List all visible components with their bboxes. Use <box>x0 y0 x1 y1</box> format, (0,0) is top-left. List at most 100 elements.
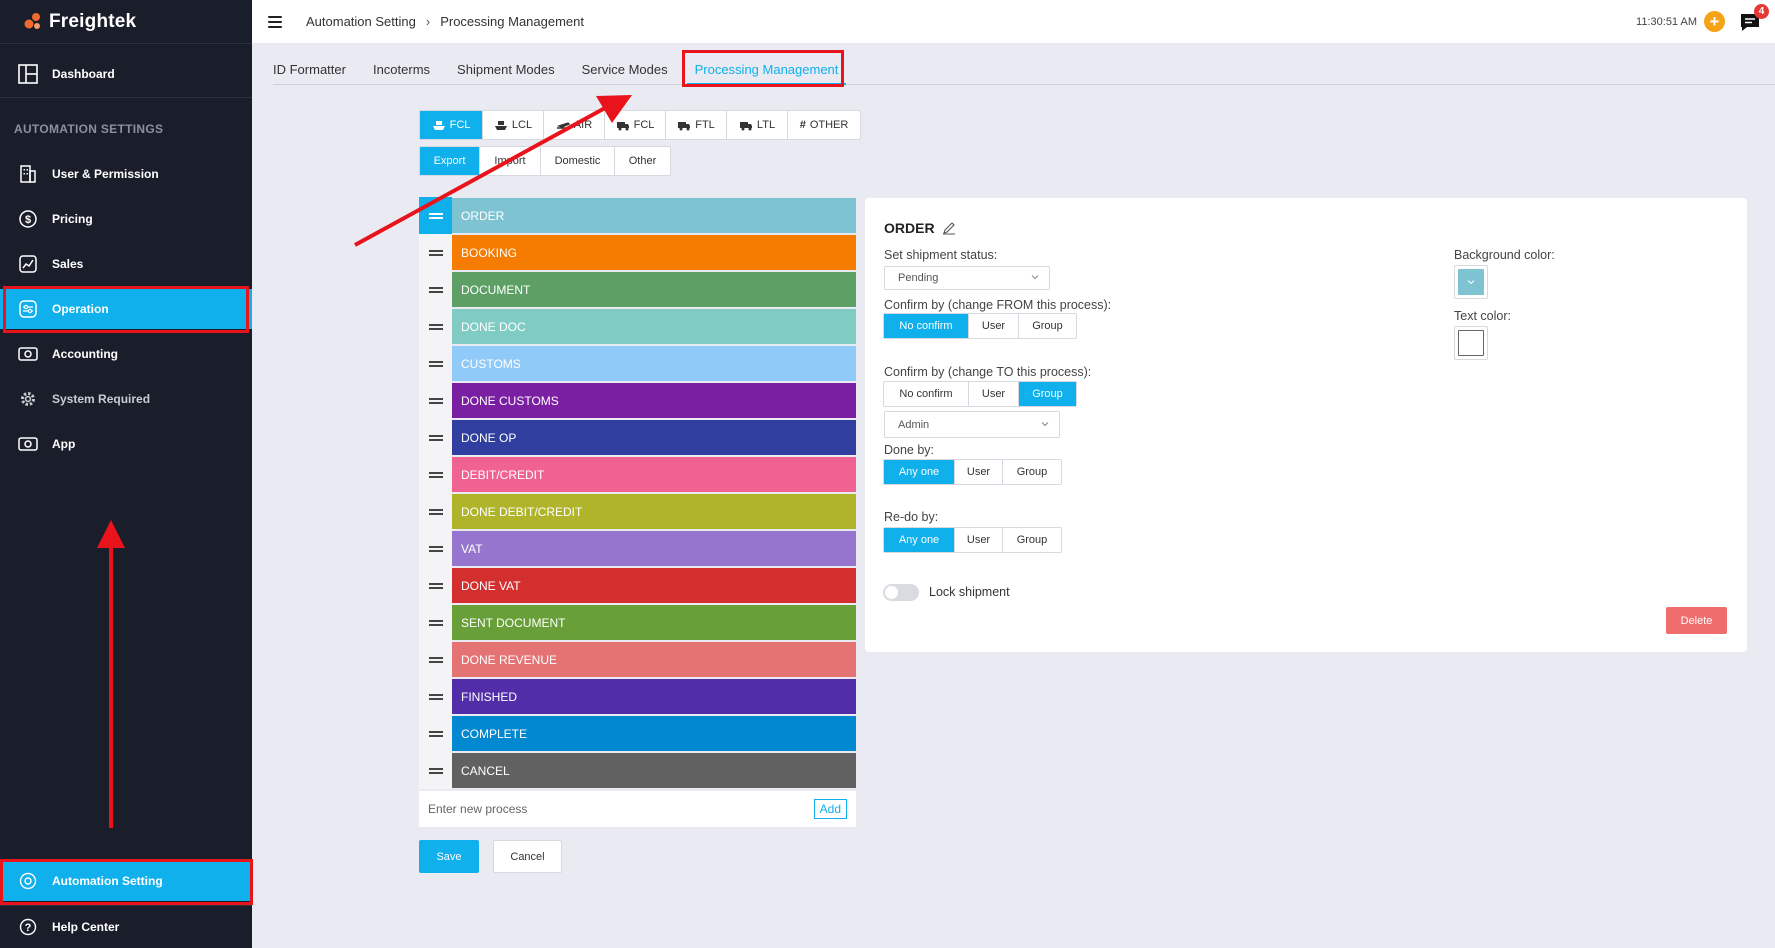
shipment-status-select[interactable]: Pending <box>884 266 1050 290</box>
hamburger-menu-icon[interactable] <box>268 15 282 28</box>
process-label[interactable]: BOOKING <box>452 235 856 270</box>
chat-icon[interactable]: 4 <box>1739 3 1769 33</box>
process-label[interactable]: FINISHED <box>452 679 856 714</box>
mode-lcl[interactable]: LCL <box>483 111 544 139</box>
confirm-to-no-confirm[interactable]: No confirm <box>884 382 969 406</box>
process-row[interactable]: DONE CUSTOMS <box>419 382 856 419</box>
cancel-button[interactable]: Cancel <box>493 840 562 873</box>
add-button[interactable]: + <box>1704 11 1725 32</box>
mode-fcl-truck[interactable]: FCL <box>605 111 666 139</box>
background-color-picker[interactable] <box>1454 265 1488 299</box>
process-label[interactable]: DONE OP <box>452 420 856 455</box>
drag-handle-icon[interactable] <box>419 271 452 308</box>
done-by-group[interactable]: Group <box>1003 460 1061 484</box>
drag-handle-icon[interactable] <box>419 419 452 456</box>
process-label[interactable]: DOCUMENT <box>452 272 856 307</box>
process-label[interactable]: CANCEL <box>452 753 856 788</box>
process-label[interactable]: DONE DEBIT/CREDIT <box>452 494 856 529</box>
sidebar-item-automation-setting[interactable]: Automation Setting <box>0 861 252 901</box>
mode-other[interactable]: # OTHER <box>788 111 860 139</box>
process-row[interactable]: DONE REVENUE <box>419 641 856 678</box>
process-row[interactable]: SENT DOCUMENT <box>419 604 856 641</box>
process-label[interactable]: COMPLETE <box>452 716 856 751</box>
redo-by-user[interactable]: User <box>955 528 1003 552</box>
process-row[interactable]: DONE OP <box>419 419 856 456</box>
save-button[interactable]: Save <box>419 840 479 873</box>
sidebar-item-user-permission[interactable]: User & Permission <box>0 154 252 194</box>
tab-id-formatter[interactable]: ID Formatter <box>273 54 346 85</box>
drag-handle-icon[interactable] <box>419 567 452 604</box>
process-row[interactable]: ORDER <box>419 197 856 234</box>
process-label[interactable]: ORDER <box>452 198 856 233</box>
confirm-from-no-confirm[interactable]: No confirm <box>884 314 969 338</box>
sidebar-item-dashboard[interactable]: Dashboard <box>0 54 252 94</box>
process-label[interactable]: CUSTOMS <box>452 346 856 381</box>
new-process-input[interactable] <box>428 802 814 816</box>
app-logo[interactable]: Freightek <box>0 0 252 44</box>
direction-domestic[interactable]: Domestic <box>541 147 615 175</box>
sidebar-item-system-required[interactable]: System Required <box>0 379 252 419</box>
drag-handle-icon[interactable] <box>419 752 452 789</box>
edit-icon[interactable] <box>942 221 956 235</box>
tab-incoterms[interactable]: Incoterms <box>373 54 430 85</box>
direction-other[interactable]: Other <box>615 147 670 175</box>
confirm-to-user[interactable]: User <box>969 382 1019 406</box>
process-row[interactable]: DEBIT/CREDIT <box>419 456 856 493</box>
lock-shipment-toggle[interactable] <box>883 584 919 601</box>
drag-handle-icon[interactable] <box>419 493 452 530</box>
drag-handle-icon[interactable] <box>419 641 452 678</box>
group-select[interactable]: Admin <box>884 411 1060 438</box>
process-label[interactable]: DONE CUSTOMS <box>452 383 856 418</box>
process-row[interactable]: VAT <box>419 530 856 567</box>
redo-by-group[interactable]: Group <box>1003 528 1061 552</box>
sidebar-item-app[interactable]: App <box>0 424 252 464</box>
process-row[interactable]: CUSTOMS <box>419 345 856 382</box>
process-row[interactable]: DOCUMENT <box>419 271 856 308</box>
confirm-from-group[interactable]: Group <box>1019 314 1076 338</box>
sidebar-item-pricing[interactable]: $ Pricing <box>0 199 252 239</box>
drag-handle-icon[interactable] <box>419 456 452 493</box>
delete-button[interactable]: Delete <box>1666 607 1727 634</box>
sidebar-item-sales[interactable]: Sales <box>0 244 252 284</box>
process-row[interactable]: BOOKING <box>419 234 856 271</box>
drag-handle-icon[interactable] <box>419 234 452 271</box>
tab-shipment-modes[interactable]: Shipment Modes <box>457 54 555 85</box>
process-row[interactable]: COMPLETE <box>419 715 856 752</box>
process-label[interactable]: DEBIT/CREDIT <box>452 457 856 492</box>
process-label[interactable]: DONE REVENUE <box>452 642 856 677</box>
breadcrumb-item[interactable]: Automation Setting <box>306 14 416 29</box>
tab-processing-management[interactable]: Processing Management <box>686 54 847 85</box>
drag-handle-icon[interactable] <box>419 382 452 419</box>
process-label[interactable]: SENT DOCUMENT <box>452 605 856 640</box>
tab-service-modes[interactable]: Service Modes <box>582 54 668 85</box>
sidebar-item-help-center[interactable]: ? Help Center <box>0 907 252 947</box>
text-color-picker[interactable] <box>1454 326 1488 360</box>
process-label[interactable]: DONE DOC <box>452 309 856 344</box>
process-row[interactable]: FINISHED <box>419 678 856 715</box>
confirm-to-group[interactable]: Group <box>1019 382 1076 406</box>
mode-ltl[interactable]: LTL <box>727 111 788 139</box>
process-label[interactable]: DONE VAT <box>452 568 856 603</box>
done-by-any-one[interactable]: Any one <box>884 460 955 484</box>
confirm-from-user[interactable]: User <box>969 314 1019 338</box>
drag-handle-icon[interactable] <box>419 345 452 382</box>
process-row[interactable]: DONE VAT <box>419 567 856 604</box>
process-row[interactable]: DONE DEBIT/CREDIT <box>419 493 856 530</box>
drag-handle-icon[interactable] <box>419 715 452 752</box>
drag-handle-icon[interactable] <box>419 308 452 345</box>
process-row[interactable]: DONE DOC <box>419 308 856 345</box>
direction-import[interactable]: Import <box>480 147 541 175</box>
done-by-user[interactable]: User <box>955 460 1003 484</box>
drag-handle-icon[interactable] <box>419 678 452 715</box>
drag-handle-icon[interactable] <box>419 197 452 234</box>
mode-air[interactable]: AIR <box>544 111 605 139</box>
process-row[interactable]: CANCEL <box>419 752 856 789</box>
drag-handle-icon[interactable] <box>419 530 452 567</box>
direction-export[interactable]: Export <box>420 147 480 175</box>
sidebar-item-operation[interactable]: Operation <box>0 289 252 329</box>
mode-ftl[interactable]: FTL <box>666 111 727 139</box>
drag-handle-icon[interactable] <box>419 604 452 641</box>
sidebar-item-accounting[interactable]: Accounting <box>0 334 252 374</box>
redo-by-any-one[interactable]: Any one <box>884 528 955 552</box>
process-label[interactable]: VAT <box>452 531 856 566</box>
